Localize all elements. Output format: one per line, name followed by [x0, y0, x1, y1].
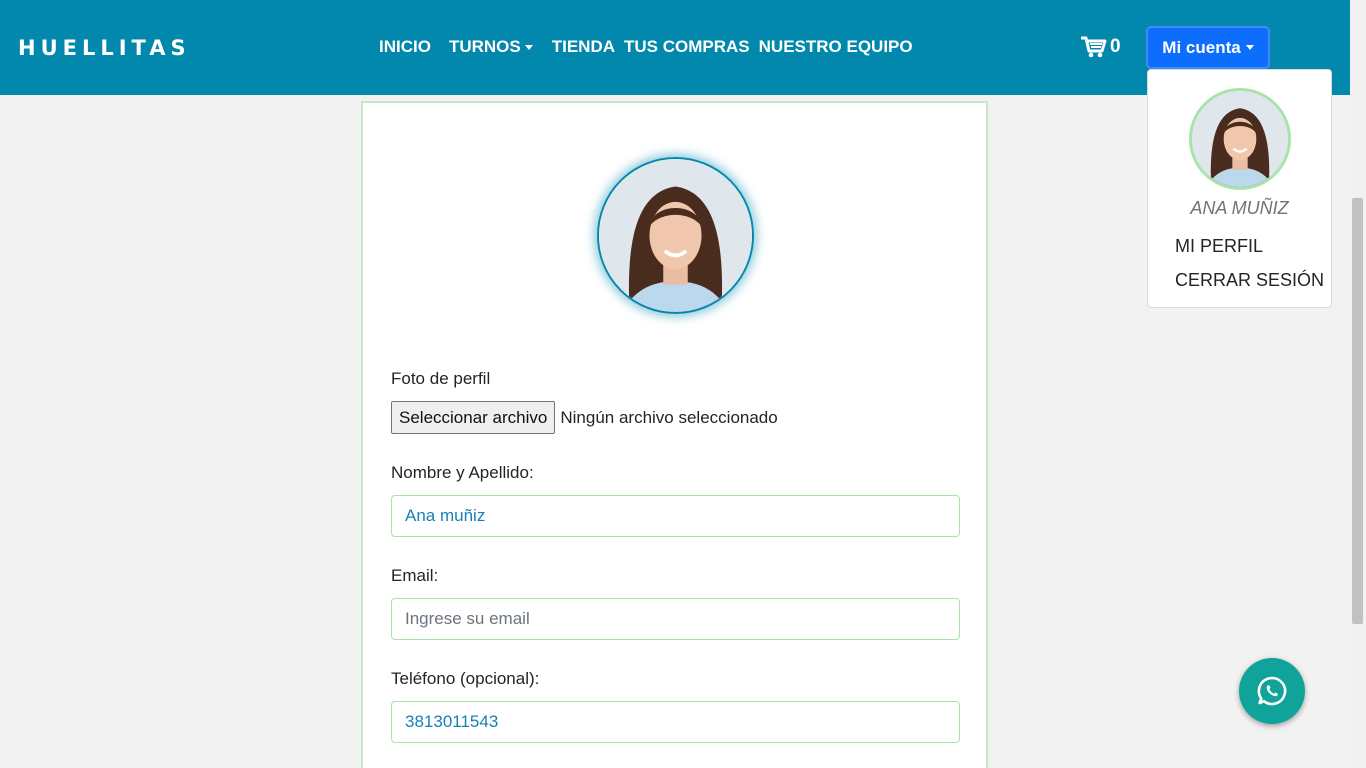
- account-dropdown-menu: ANA MUÑIZ MI PERFIL CERRAR SESIÓN: [1147, 69, 1332, 308]
- menu-item-cerrar-sesion[interactable]: CERRAR SESIÓN: [1175, 270, 1324, 291]
- profile-card: Foto de perfil Seleccionar archivo Ningú…: [361, 101, 988, 768]
- brand-logo[interactable]: HUELLITAS: [18, 36, 191, 60]
- scrollbar-thumb[interactable]: [1352, 198, 1363, 624]
- profile-photo: [597, 157, 754, 314]
- whatsapp-button[interactable]: [1239, 658, 1305, 724]
- account-dropdown-button[interactable]: Mi cuenta: [1146, 26, 1270, 69]
- nav-nuestro-equipo[interactable]: NUESTRO EQUIPO: [759, 37, 913, 57]
- nav-tus-compras[interactable]: TUS COMPRAS: [624, 37, 750, 57]
- caret-down-icon: [524, 45, 533, 51]
- cart-button[interactable]: 0: [1081, 36, 1121, 58]
- whatsapp-icon: [1257, 676, 1287, 706]
- name-label: Nombre y Apellido:: [391, 463, 534, 482]
- menu-item-mi-perfil[interactable]: MI PERFIL: [1175, 236, 1263, 257]
- email-field[interactable]: Ingrese su email: [391, 598, 960, 640]
- cart-count: 0: [1110, 36, 1121, 57]
- phone-label: Teléfono (opcional):: [391, 669, 540, 688]
- name-field[interactable]: Ana muñiz: [391, 495, 960, 537]
- file-status: Ningún archivo seleccionado: [560, 407, 778, 427]
- nav-links: INICIO TURNOS TIENDA TUS COMPRAS NUESTRO…: [379, 37, 913, 57]
- account-label: Mi cuenta: [1162, 37, 1241, 57]
- file-input: Seleccionar archivo Ningún archivo selec…: [391, 401, 778, 434]
- nav-turnos[interactable]: TURNOS: [449, 37, 533, 57]
- caret-down-icon: [1245, 45, 1254, 50]
- cart-icon: [1081, 36, 1107, 58]
- select-file-button[interactable]: Seleccionar archivo: [391, 401, 556, 434]
- phone-field[interactable]: 3813011543: [391, 701, 960, 743]
- photo-label: Foto de perfil: [391, 369, 491, 388]
- nav-inicio[interactable]: INICIO: [379, 37, 431, 57]
- nav-turnos-label: TURNOS: [448, 37, 521, 56]
- email-label: Email:: [391, 566, 439, 585]
- nav-tienda[interactable]: TIENDA: [552, 37, 615, 57]
- user-name: ANA MUÑIZ: [1190, 198, 1289, 218]
- avatar: [1189, 88, 1291, 190]
